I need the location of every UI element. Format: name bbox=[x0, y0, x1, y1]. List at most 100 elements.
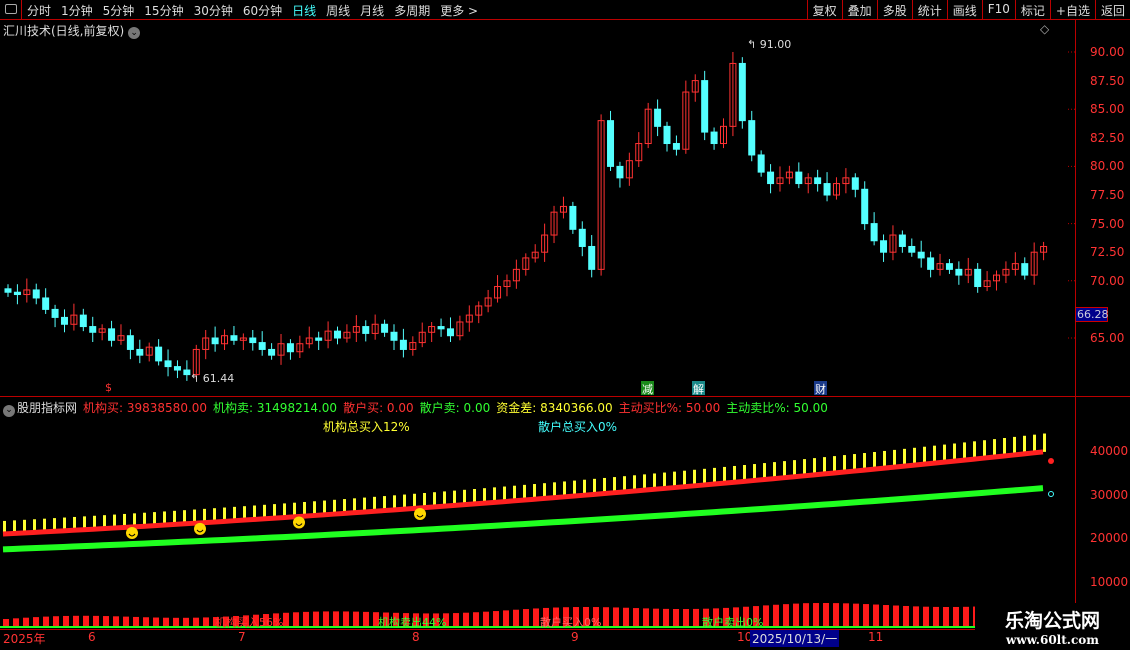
inst-total-label: 机构总买入12% bbox=[323, 420, 410, 434]
chart-canvas[interactable] bbox=[0, 0, 1130, 650]
indicator-value: 机构卖: 31498214.00 bbox=[213, 401, 338, 415]
volume-bar bbox=[893, 605, 899, 627]
price-tick-label: 85.00 bbox=[1090, 102, 1125, 117]
volume-bar bbox=[183, 617, 189, 627]
candle-body bbox=[164, 360, 172, 368]
volume-bar bbox=[843, 603, 849, 627]
candle-body bbox=[32, 289, 40, 299]
candle-body bbox=[757, 154, 765, 173]
date-label: 7 bbox=[238, 630, 246, 644]
volume-bar bbox=[83, 615, 89, 627]
volume-bar bbox=[863, 604, 869, 627]
volume-bar bbox=[33, 617, 39, 627]
indicator-tick-label: 40000 bbox=[1090, 444, 1129, 458]
candle-body bbox=[701, 80, 709, 133]
volume-bar bbox=[623, 607, 629, 627]
volume-bar bbox=[323, 611, 329, 627]
volume-bar bbox=[63, 615, 69, 627]
volume-bar bbox=[783, 604, 789, 627]
candle-body bbox=[908, 245, 916, 253]
volume-bar bbox=[823, 603, 829, 627]
candle-body bbox=[334, 330, 342, 339]
current-price-box: 66.28 bbox=[1075, 307, 1109, 322]
volume-bar bbox=[653, 608, 659, 627]
volume-bar bbox=[963, 606, 969, 627]
tag-dollar: $ bbox=[105, 381, 112, 394]
bottom-label-retail-sell: 散户卖出0% bbox=[702, 616, 764, 629]
candle-body bbox=[79, 314, 87, 328]
volume-bar bbox=[813, 603, 819, 627]
volume-bar bbox=[103, 616, 109, 627]
bottom-label-retail-buy: 散户买入0% bbox=[540, 616, 602, 629]
volume-bar bbox=[363, 611, 369, 627]
chevron-down-icon[interactable]: ⌄ bbox=[3, 405, 15, 417]
indicator-value: 主动买比%: 50.00 bbox=[618, 401, 721, 415]
volume-bar bbox=[353, 611, 359, 627]
candle-body bbox=[230, 335, 238, 341]
candle-body bbox=[663, 125, 671, 145]
candle-body bbox=[738, 62, 746, 122]
volume-bar bbox=[73, 615, 79, 627]
volume-bar bbox=[883, 605, 889, 627]
date-axis: 2025年 6 7 8 9 10 2025/10/13/一 11 bbox=[0, 630, 1075, 647]
volume-bar bbox=[643, 608, 649, 627]
volume-bar bbox=[313, 611, 319, 627]
candle-body bbox=[795, 171, 803, 185]
volume-bar bbox=[613, 607, 619, 627]
smiley-icon bbox=[414, 507, 426, 520]
candle-body bbox=[126, 335, 134, 350]
candle-body bbox=[880, 240, 888, 253]
candle-body bbox=[851, 177, 859, 190]
indicator-value: 主动卖比%: 50.00 bbox=[726, 401, 828, 415]
volume-bar bbox=[793, 603, 799, 627]
candle-body bbox=[927, 257, 935, 270]
candle-body bbox=[108, 328, 116, 341]
volume-bar bbox=[153, 617, 159, 627]
indicator-value: 散户卖: 0.00 bbox=[419, 401, 491, 415]
indicator-tick-label: 30000 bbox=[1090, 487, 1129, 502]
candle-body bbox=[399, 339, 407, 350]
fund-bar bbox=[1043, 433, 1046, 452]
indicator-tick-label: 20000 bbox=[1090, 531, 1129, 546]
tag-reduce: 减 bbox=[641, 381, 654, 396]
candle-body bbox=[249, 337, 257, 344]
candle-body bbox=[437, 326, 445, 330]
volume-bar bbox=[343, 611, 349, 627]
volume-bar bbox=[763, 605, 769, 627]
volume-bar bbox=[853, 603, 859, 627]
low-label: ↰ 61.44 bbox=[190, 372, 235, 385]
candle-body bbox=[42, 297, 50, 310]
smiley-icon bbox=[126, 526, 138, 539]
volume-bar bbox=[803, 603, 809, 627]
price-tick-label: 65.00 bbox=[1090, 331, 1125, 345]
candle-body bbox=[578, 228, 586, 247]
volume-bar bbox=[523, 609, 529, 627]
candle-body bbox=[381, 323, 389, 333]
volume-bar bbox=[493, 611, 499, 627]
volume-bar bbox=[513, 609, 519, 627]
indicator-value: 机构买: 39838580.00 bbox=[83, 401, 208, 415]
candle-body bbox=[268, 348, 276, 356]
date-label: 9 bbox=[571, 630, 579, 644]
indicator-value: 资金差: 8340366.00 bbox=[496, 401, 613, 415]
volume-bar bbox=[13, 618, 19, 627]
volume-bar bbox=[453, 613, 459, 627]
volume-bar bbox=[923, 606, 929, 627]
volume-bar bbox=[953, 606, 959, 627]
volume-bar bbox=[503, 610, 509, 627]
volume-bar bbox=[533, 608, 539, 627]
candle-body bbox=[974, 268, 982, 288]
candle-body bbox=[13, 291, 21, 296]
date-label: 8 bbox=[412, 630, 420, 644]
tag-unlock: 解 bbox=[692, 381, 705, 396]
volume-bar bbox=[933, 606, 939, 627]
volume-bar bbox=[833, 603, 839, 627]
marker-dot bbox=[1048, 458, 1054, 464]
indicator-name[interactable]: 股朋指标网 bbox=[17, 401, 77, 415]
tag-finance: 财 bbox=[814, 381, 827, 396]
price-tick-label: 72.50 bbox=[1090, 245, 1125, 260]
price-tick-label: 90.00 bbox=[1090, 45, 1125, 59]
volume-bar bbox=[913, 606, 919, 627]
candle-body bbox=[173, 366, 181, 371]
candle-body bbox=[258, 342, 266, 350]
